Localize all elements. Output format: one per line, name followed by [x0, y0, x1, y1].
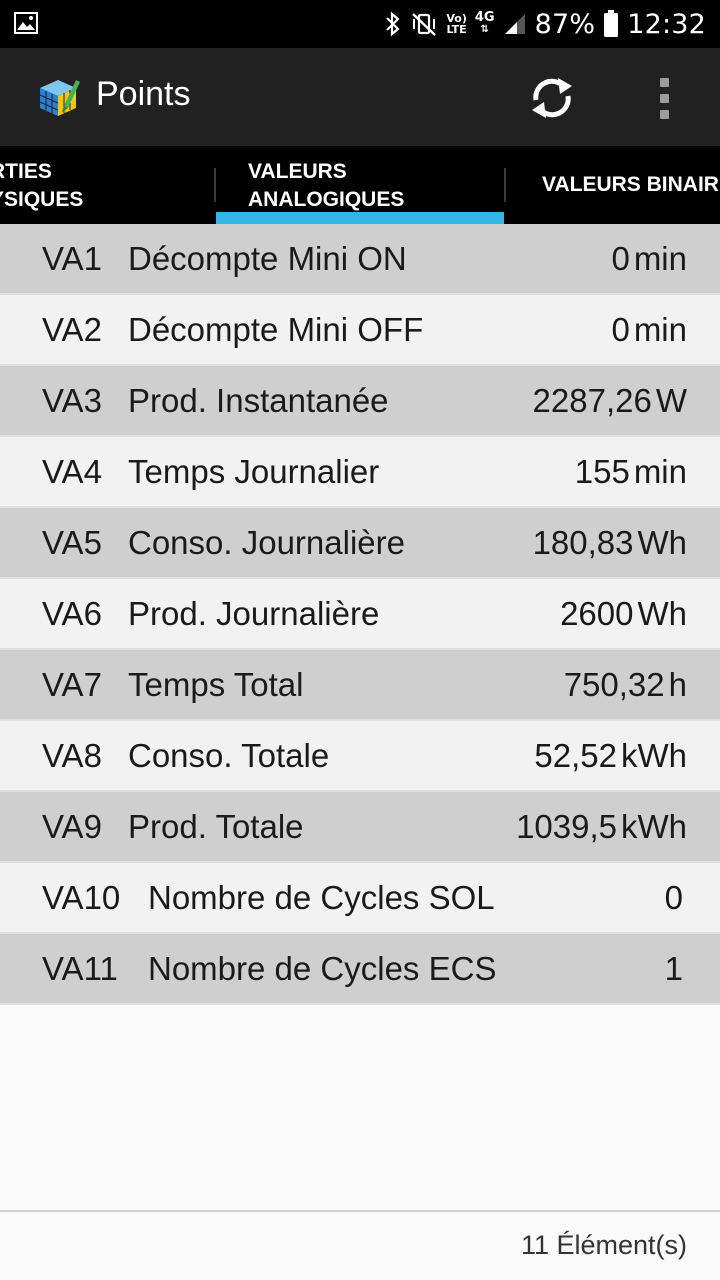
item-value: 180,83 [532, 524, 634, 561]
item-code: VA4 [42, 453, 102, 490]
item-code: VA11 [42, 950, 118, 987]
item-label: Prod. Journalière [128, 595, 380, 632]
item-label: Décompte Mini ON [128, 240, 407, 277]
network-type-text: 4G [474, 10, 495, 25]
item-value: 155 [574, 453, 630, 490]
list-item[interactable]: VA5 Conso. Journalière 180,83 Wh [0, 508, 720, 579]
item-code: VA10 [42, 879, 121, 916]
item-label: Temps Total [128, 666, 304, 703]
item-value: 0 [611, 240, 630, 277]
item-value: 2287,26 [532, 382, 652, 419]
item-label: Décompte Mini OFF [128, 311, 424, 348]
gallery-icon [14, 12, 38, 34]
battery-icon [603, 10, 619, 38]
item-label: Nombre de Cycles SOL [148, 879, 495, 916]
network-4g-icon: 4G ⇅ [474, 10, 495, 35]
footer-divider [0, 1210, 720, 1212]
item-unit: kWh [621, 808, 687, 845]
list-item[interactable]: VA1 Décompte Mini ON 0 min [0, 224, 720, 295]
app-bar: Points [0, 48, 720, 146]
item-value: 0 [611, 311, 630, 348]
item-value: 750,32 [563, 666, 665, 703]
list-item[interactable]: VA6 Prod. Journalière 2600 Wh [0, 579, 720, 650]
list-item[interactable]: VA9 Prod. Totale 1039,5 kWh [0, 792, 720, 863]
item-code: VA3 [42, 382, 102, 419]
item-unit: kWh [621, 737, 687, 774]
overflow-menu-button[interactable] [648, 72, 680, 124]
list-item[interactable]: VA10 Nombre de Cycles SOL 0 [0, 863, 720, 934]
status-bar: Vo) LTE 4G ⇅ 87% 12:32 [0, 0, 720, 48]
list-item[interactable]: VA4 Temps Journalier 155 min [0, 437, 720, 508]
app-cube-icon [39, 80, 80, 116]
item-unit: Wh [637, 595, 688, 632]
values-list: VA1 Décompte Mini ON 0 min VA2 Décompte M… [0, 224, 720, 1005]
tab-label: RTIES YSIQUES [0, 160, 84, 211]
item-label: Nombre de Cycles ECS [148, 950, 497, 987]
item-value: 2600 [560, 595, 634, 632]
signal-icon [503, 12, 527, 36]
list-item[interactable]: VA8 Conso. Totale 52,52 kWh [0, 721, 720, 792]
item-unit: h [668, 666, 687, 703]
clock: 12:32 [627, 8, 706, 40]
item-value: 52,52 [534, 737, 617, 774]
tab-label: VALEURS BINAIR [542, 173, 719, 196]
vibrate-mute-icon [410, 11, 438, 37]
item-label: Temps Journalier [128, 453, 380, 490]
item-label: Conso. Totale [128, 737, 330, 774]
tab-label: VALEURS ANALOGIQUES [248, 160, 405, 211]
list-item[interactable]: VA3 Prod. Instantanée 2287,26 W [0, 366, 720, 437]
item-label: Prod. Totale [128, 808, 304, 845]
tab-valeurs-binaires[interactable]: VALEURS BINAIR [505, 146, 720, 224]
item-label: Prod. Instantanée [128, 382, 389, 419]
volte-icon: Vo) LTE [446, 13, 467, 35]
list-item[interactable]: VA11 Nombre de Cycles ECS 1 [0, 934, 720, 1005]
list-item[interactable]: VA7 Temps Total 750,32 h [0, 650, 720, 721]
item-code: VA8 [42, 737, 102, 774]
tab-selected-indicator [216, 212, 504, 224]
item-unit: min [633, 240, 687, 277]
item-unit: min [633, 453, 687, 490]
overflow-menu-icon [659, 77, 669, 87]
app-title: Points [96, 75, 191, 113]
item-value: 0 [664, 879, 683, 916]
status-icons: Vo) LTE 4G ⇅ 87% 12:32 [384, 0, 706, 48]
element-count: 11 Élément(s) [520, 1230, 687, 1260]
item-code: VA1 [42, 240, 102, 277]
bluetooth-icon [384, 11, 402, 37]
item-code: VA5 [42, 524, 102, 561]
list-item[interactable]: VA2 Décompte Mini OFF 0 min [0, 295, 720, 366]
battery-percent: 87% [534, 8, 596, 40]
item-unit: min [633, 311, 687, 348]
item-code: VA7 [42, 666, 102, 703]
volte-bottom-text: LTE [446, 23, 467, 36]
item-value: 1039,5 [516, 808, 617, 845]
item-code: VA9 [42, 808, 102, 845]
refresh-icon [532, 78, 572, 118]
item-code: VA2 [42, 311, 102, 348]
item-label: Conso. Journalière [128, 524, 405, 561]
item-code: VA6 [42, 595, 102, 632]
item-unit: W [655, 382, 687, 419]
refresh-button[interactable] [524, 70, 580, 126]
tab-sorties-physiques[interactable]: RTIES YSIQUES [0, 146, 215, 224]
item-unit: Wh [637, 524, 688, 561]
item-value: 1 [664, 950, 683, 987]
